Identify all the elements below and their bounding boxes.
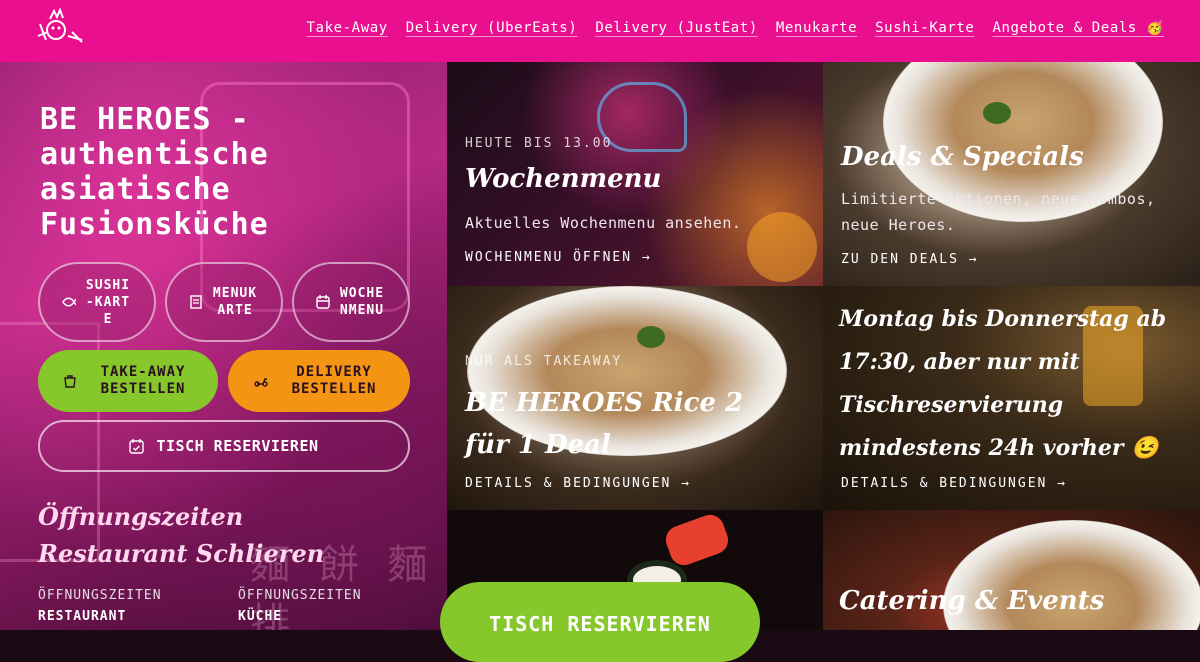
nav-angebote-deals[interactable]: Angebote & Deals 🥳 [992, 20, 1164, 36]
tile-title: BE HEROES Rice 2 für 1 Deal [465, 388, 744, 460]
tile-wochenmenu[interactable]: HEUTE BIS 13.00 Wochenmenu Aktuelles Woc… [447, 62, 823, 286]
hours-value: RESTAURANT [38, 609, 127, 624]
tile-deals[interactable]: Deals & Specials Limitierte Aktionen, ne… [823, 62, 1200, 286]
calendar-icon [316, 295, 330, 309]
logo-icon[interactable] [34, 6, 88, 52]
header-bar: Take-Away Delivery (UberEats) Delivery (… [0, 0, 1200, 62]
nav-menukarte[interactable]: Menukarte [776, 20, 857, 36]
tile-title: Montag bis Donnerstag ab 17:30, aber nur… [839, 306, 1167, 461]
delivery-order-button[interactable]: DELIVERY BESTELLEN [228, 350, 410, 412]
tile-eyebrow: NUR ALS TAKEAWAY [465, 354, 623, 369]
hours-label: ÖFFNUNGSZEITEN [38, 588, 162, 603]
takeaway-order-label: TAKE-AWAY BESTELLEN [100, 364, 186, 397]
tile-description: Limitierte Aktionen, neue Kombos, neue H… [841, 190, 1156, 234]
tile-link[interactable]: ZU DEN DEALS → [841, 252, 979, 267]
tile-link[interactable]: DETAILS & BEDINGUNGEN → [841, 476, 1067, 491]
opening-hours-title: Öffnungszeiten Restaurant Schlieren [38, 502, 325, 568]
tile-title: Catering & Events [839, 586, 1105, 616]
tile-title: Deals & Specials [841, 142, 1084, 172]
wochenmenu-button[interactable]: WOCHENMENU [292, 262, 410, 342]
hero-title: BE HEROES - authentische asiatische Fusi… [40, 102, 269, 242]
hours-value: KÜCHE [238, 609, 283, 624]
reserve-table-cta[interactable]: TISCH RESERVIEREN [440, 582, 760, 662]
main-nav: Take-Away Delivery (UberEats) Delivery (… [307, 20, 1164, 36]
scooter-icon [254, 378, 268, 387]
tile-link[interactable]: DETAILS & BEDINGUNGEN → [465, 476, 691, 491]
hero-panel: BE HEROES - authentische asiatische Fusi… [0, 62, 447, 630]
tile-link[interactable]: WOCHENMENU ÖFFNEN → [465, 250, 652, 265]
delivery-order-label: DELIVERY BESTELLEN [291, 364, 377, 397]
tile-description: Aktuelles Wochenmenu ansehen. [465, 214, 742, 232]
sushi-karte-button[interactable]: SUSHI-KARTE [38, 262, 156, 342]
calendar-check-icon [129, 438, 145, 454]
reserve-table-button[interactable]: TISCH RESERVIEREN [38, 420, 410, 472]
nav-sushi-karte[interactable]: Sushi-Karte [875, 20, 974, 36]
tile-rice-deal[interactable]: NUR ALS TAKEAWAY BE HEROES Rice 2 für 1 … [447, 286, 823, 510]
hours-restaurant: ÖFFNUNGSZEITEN RESTAURANT [38, 588, 162, 624]
sushi-image [661, 510, 733, 570]
tile-catering[interactable]: Catering & Events [823, 510, 1200, 630]
fish-icon [62, 297, 76, 307]
menukarte-label: MENUKARTE [212, 286, 258, 318]
broccoli-decoration [983, 102, 1011, 124]
broccoli-decoration [637, 326, 665, 348]
hours-label: ÖFFNUNGSZEITEN [238, 588, 362, 603]
tile-title: Wochenmenu [465, 164, 662, 194]
menukarte-button[interactable]: MENUKARTE [165, 262, 283, 342]
hours-kitchen: ÖFFNUNGSZEITEN KÜCHE [238, 588, 362, 624]
tile-eyebrow: HEUTE BIS 13.00 [465, 136, 613, 151]
shopping-bag-icon [64, 375, 76, 388]
reserve-table-label: TISCH RESERVIEREN [156, 437, 319, 455]
wochenmenu-label: WOCHENMENU [339, 286, 385, 318]
tile-weekday-offer[interactable]: Montag bis Donnerstag ab 17:30, aber nur… [823, 286, 1200, 510]
sushi-karte-label: SUSHI-KARTE [85, 277, 131, 327]
nav-delivery-justeat[interactable]: Delivery (JustEat) [595, 20, 758, 36]
nav-delivery-ubereats[interactable]: Delivery (UberEats) [406, 20, 578, 36]
takeaway-order-button[interactable]: TAKE-AWAY BESTELLEN [38, 350, 218, 412]
nav-takeaway[interactable]: Take-Away [307, 20, 388, 36]
menu-card-icon [190, 295, 202, 309]
